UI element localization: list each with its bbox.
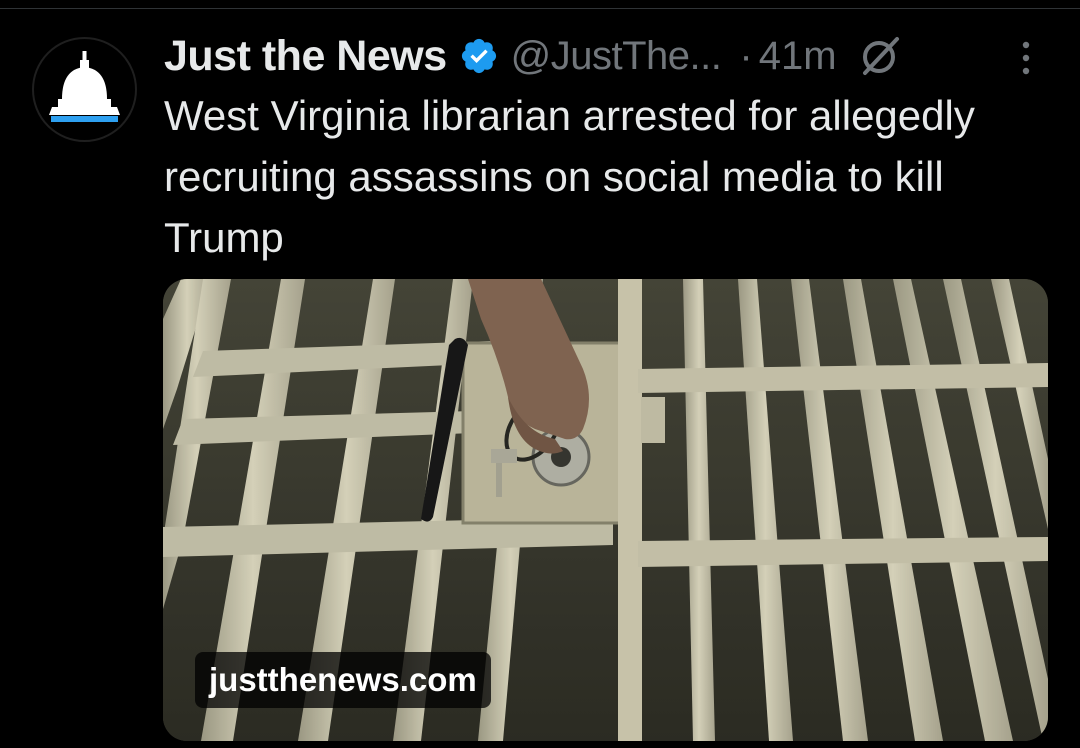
author-name[interactable]: Just the News — [164, 32, 447, 81]
divider — [0, 8, 1080, 9]
separator-dot: · — [739, 33, 753, 78]
more-vertical-icon[interactable] — [1013, 38, 1039, 78]
media-domain-badge[interactable]: justthenews.com — [195, 652, 491, 708]
media-card[interactable]: justthenews.com — [163, 279, 1048, 741]
tweet-text: West Virginia librarian arrested for all… — [164, 92, 975, 261]
tweet-screen: Just the News @JustThe... · 41m West Vir… — [0, 0, 1080, 748]
tweet-header: Just the News @JustThe... · 41m — [164, 30, 1044, 82]
capitol-dome-icon — [49, 51, 120, 122]
timestamp[interactable]: 41m — [759, 34, 837, 79]
grok-icon[interactable] — [857, 33, 903, 79]
author-avatar[interactable] — [32, 37, 137, 142]
verified-badge-icon — [459, 36, 499, 76]
author-handle[interactable]: @JustThe... — [511, 34, 722, 79]
